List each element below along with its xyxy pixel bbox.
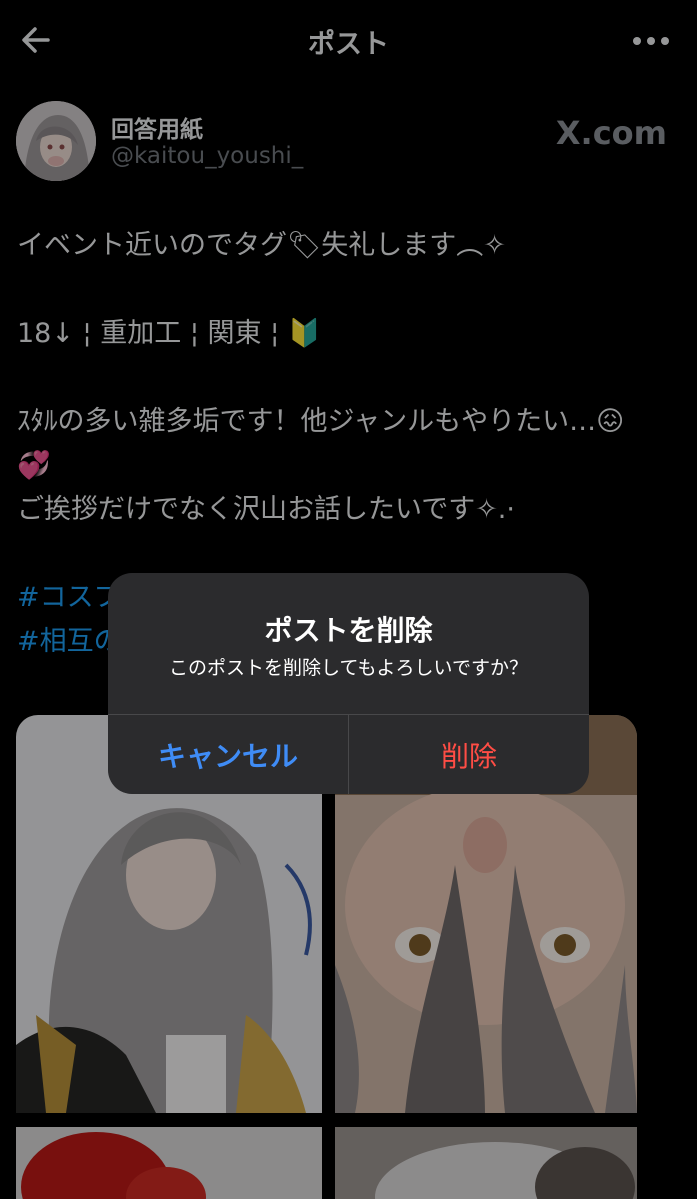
delete-button[interactable]: 削除	[349, 715, 589, 794]
delete-confirmation-dialog: ポストを削除 このポストを削除してもよろしいですか？ キャンセル 削除	[108, 573, 589, 794]
post-detail-screen: ポスト 回答用紙 @kaitou_youshi_ X.com イベント近いのでタ…	[0, 0, 697, 1199]
dialog-title: ポストを削除	[264, 614, 433, 647]
dialog-message: このポストを削除してもよろしいですか？	[169, 657, 528, 679]
cancel-button[interactable]: キャンセル	[108, 715, 348, 794]
